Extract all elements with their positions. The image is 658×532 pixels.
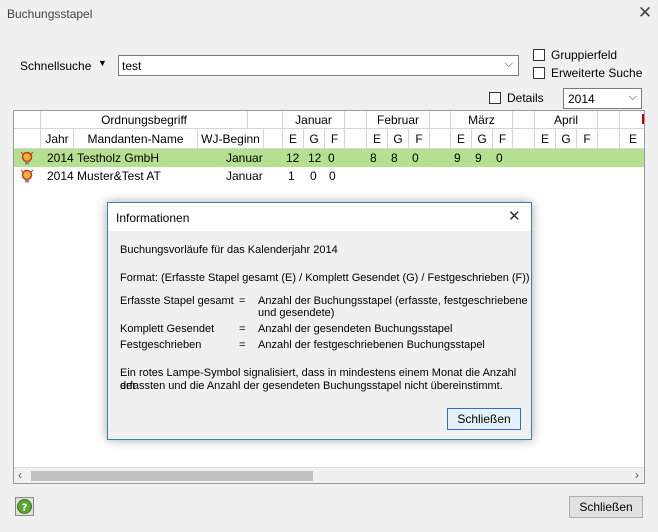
cell-jahr: 2014 [47, 169, 74, 183]
cell-feb-e: 8 [370, 151, 377, 165]
cell-feb-g: 8 [391, 151, 398, 165]
def-desc: Anzahl der festgeschriebenen Buchungssta… [258, 339, 485, 351]
column-spacer [513, 129, 535, 149]
group-header-februar: Februar [367, 111, 430, 129]
group-header-ordnungsbegriff: Ordnungsbegriff [41, 111, 248, 129]
column-header-jan-g[interactable]: G [304, 129, 325, 149]
details-label: Details [507, 91, 544, 105]
close-button[interactable]: Schließen [569, 496, 643, 518]
cell-jahr: 2014 [47, 151, 74, 165]
cell-mar-g: 9 [475, 151, 482, 165]
help-icon: ? [17, 499, 32, 514]
cell-jan-f: 0 [329, 169, 336, 183]
column-header-apr-g[interactable]: G [556, 129, 577, 149]
cell-mandanten-name: Muster&Test AT [77, 169, 161, 183]
group-field-checkbox[interactable] [533, 49, 545, 61]
cell-feb-f: 0 [412, 151, 419, 165]
info-dialog: Informationen ✕ Buchungsvorläufe für das… [107, 202, 532, 440]
group-header-spacer [513, 111, 535, 129]
search-input-value: test [122, 59, 142, 73]
def-term: Erfasste Stapel gesamt [120, 295, 234, 307]
chevron-down-icon[interactable]: ⌵ [505, 58, 513, 71]
table-row[interactable]: 2014 Muster&Test AT Januar 1 0 0 [14, 167, 644, 185]
svg-text:?: ? [22, 503, 28, 514]
column-header-mandanten-name[interactable]: Mandanten-Name [74, 129, 198, 149]
cell-jan-f: 0 [328, 151, 335, 165]
def-equals: = [239, 339, 246, 351]
column-header-feb-f[interactable]: F [409, 129, 430, 149]
def-term: Festgeschrieben [120, 339, 202, 351]
group-header-next [620, 111, 644, 129]
year-select[interactable]: 2014 ⌵ [563, 88, 642, 109]
column-spacer [430, 129, 451, 149]
column-header-apr-e[interactable]: E [535, 129, 556, 149]
chevron-down-icon[interactable]: ⌵ [629, 91, 637, 104]
scroll-left-icon[interactable]: ‹ [18, 468, 22, 482]
cell-mar-e: 9 [454, 151, 461, 165]
dialog-format: Format: (Erfasste Stapel gesamt (E) / Ko… [120, 272, 530, 284]
group-header-spacer [598, 111, 620, 129]
cell-wj-beginn: Januar [226, 151, 263, 165]
grid-corner [14, 111, 41, 129]
group-header-spacer [345, 111, 367, 129]
column-header-mar-e[interactable]: E [451, 129, 472, 149]
group-header-spacer [430, 111, 451, 129]
group-header-april: April [535, 111, 598, 129]
column-header-mar-f[interactable]: F [493, 129, 513, 149]
def-desc-cont: und gesendete) [258, 307, 335, 319]
group-header-maerz: März [451, 111, 513, 129]
group-header-spacer [248, 111, 283, 129]
cell-jan-g: 0 [310, 169, 317, 183]
close-icon[interactable]: ✕ [508, 207, 521, 225]
def-term: Komplett Gesendet [120, 323, 215, 335]
scroll-right-icon[interactable]: › [635, 468, 639, 482]
scrollbar-thumb[interactable] [31, 471, 313, 481]
dialog-title: Informationen [116, 211, 190, 225]
cell-jan-e: 1 [288, 169, 295, 183]
title-bar [0, 0, 658, 30]
column-spacer [598, 129, 620, 149]
close-icon[interactable]: ✕ [636, 4, 654, 22]
search-label: Schnellsuche [20, 59, 92, 73]
red-lamp-icon [20, 151, 34, 165]
column-header-mar-g[interactable]: G [472, 129, 493, 149]
column-header-wj-beginn[interactable]: WJ-Beginn [198, 129, 264, 149]
column-spacer [345, 129, 367, 149]
horizontal-scrollbar[interactable]: ‹ › [14, 467, 644, 483]
column-header-next-e: E [620, 129, 644, 149]
column-header-jahr[interactable]: Jahr [41, 129, 74, 149]
search-input[interactable]: test ⌵ [118, 55, 519, 76]
def-equals: = [239, 295, 246, 307]
column-header-jan-f[interactable]: F [325, 129, 345, 149]
dialog-note-line2: erfassten und die Anzahl der gesendeten … [120, 380, 503, 392]
def-equals: = [239, 323, 246, 335]
dialog-close-button[interactable]: Schließen [447, 408, 521, 430]
table-row[interactable]: 2014 Testholz GmbH Januar 12 12 0 8 8 0 … [14, 149, 644, 167]
red-lamp-icon [20, 169, 34, 183]
group-field-label: Gruppierfeld [551, 48, 618, 62]
details-checkbox[interactable] [489, 92, 501, 104]
year-select-value: 2014 [568, 92, 595, 106]
grid-corner [14, 129, 41, 149]
column-header-feb-g[interactable]: G [388, 129, 409, 149]
advanced-search-label: Erweiterte Suche [551, 66, 643, 80]
column-header-jan-e[interactable]: E [283, 129, 304, 149]
def-desc: Anzahl der gesendeten Buchungsstapel [258, 323, 453, 335]
advanced-search-checkbox[interactable] [533, 67, 545, 79]
search-mode-dropdown-icon[interactable]: ▼ [98, 58, 107, 68]
cell-wj-beginn: Januar [226, 169, 263, 183]
window-title: Buchungsstapel [7, 7, 93, 21]
cell-mandanten-name: Testholz GmbH [77, 151, 160, 165]
cell-jan-g: 12 [308, 151, 322, 165]
column-header-feb-e[interactable]: E [367, 129, 388, 149]
help-button[interactable]: ? [15, 497, 34, 516]
group-header-januar: Januar [283, 111, 345, 129]
dialog-line1: Buchungsvorläufe für das Kalenderjahr 20… [120, 244, 338, 256]
cell-jan-e: 12 [286, 151, 300, 165]
cell-mar-f: 0 [496, 151, 503, 165]
column-spacer [264, 129, 283, 149]
column-header-apr-f[interactable]: F [577, 129, 598, 149]
